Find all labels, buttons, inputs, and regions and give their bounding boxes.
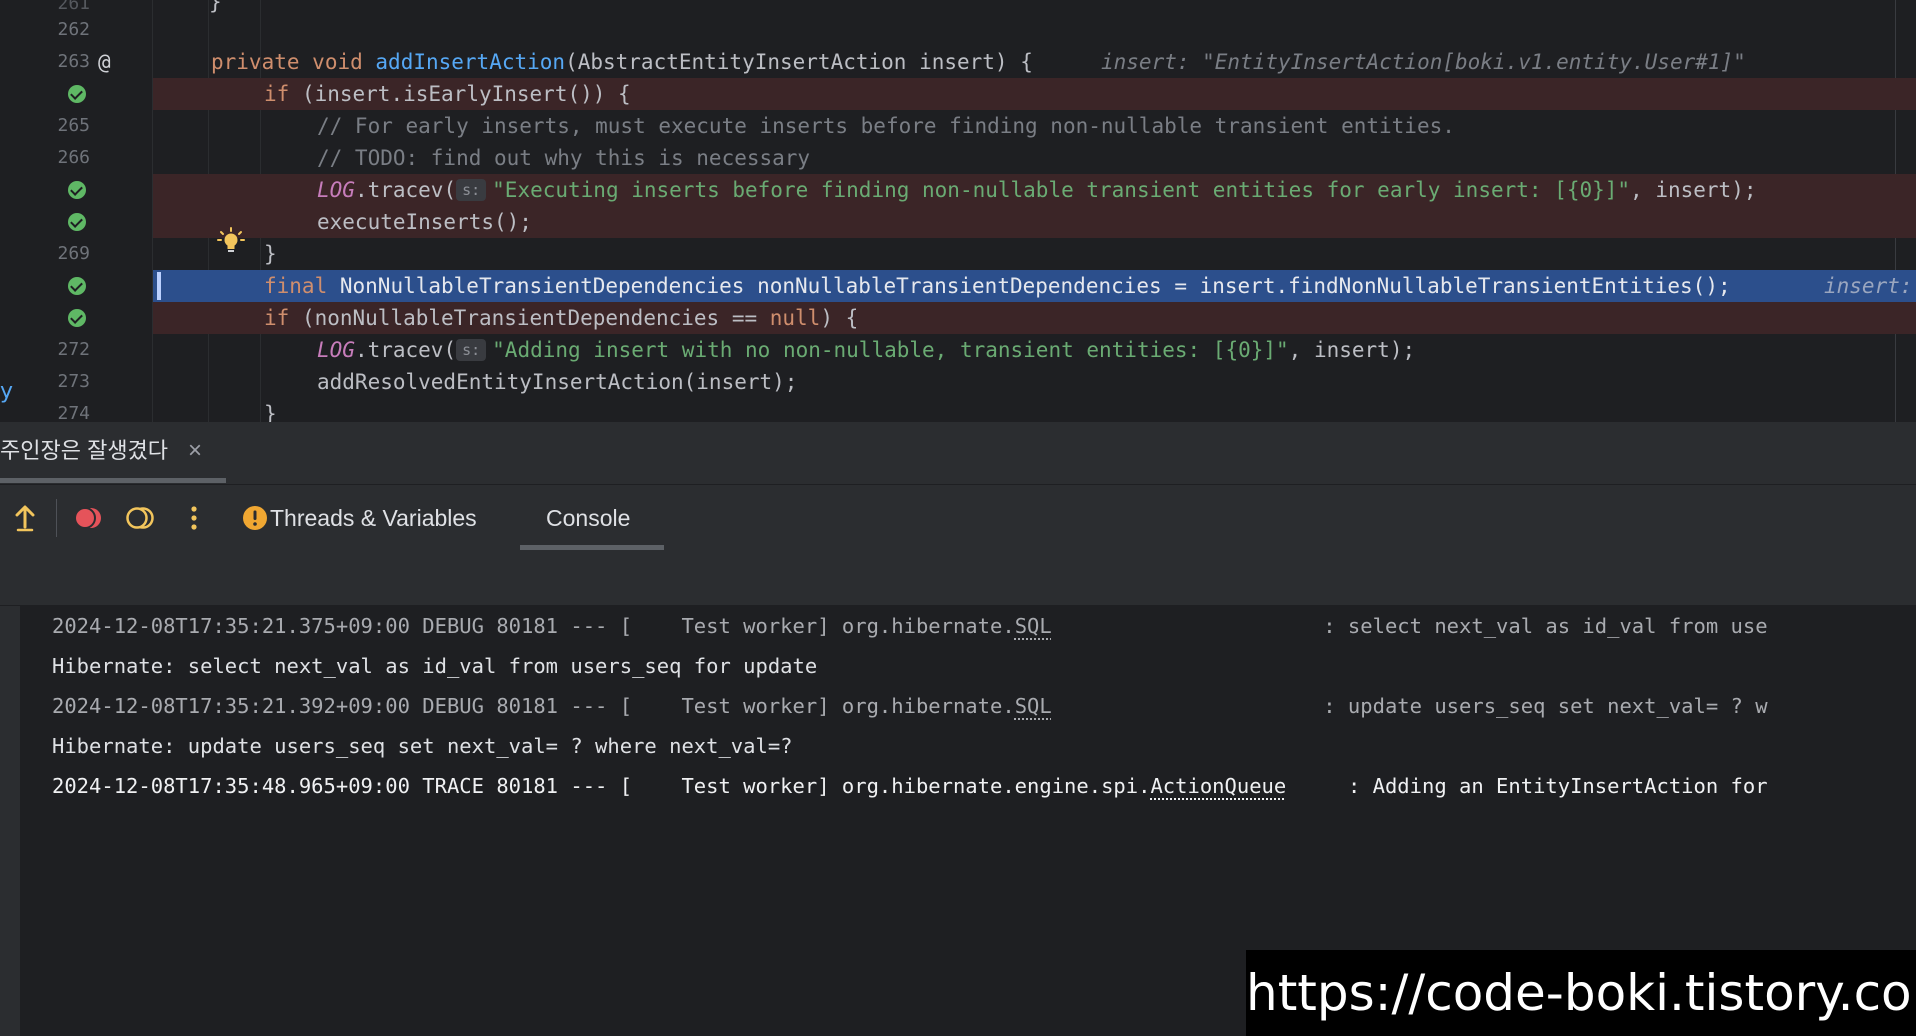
code-editor[interactable]: y 261 262 263 @ 265 266 269 272 273 274 … xyxy=(0,0,1916,422)
code-line-breakpoint[interactable]: executeInserts(); xyxy=(153,206,1916,238)
code-line[interactable]: private void addInsertAction(AbstractEnt… xyxy=(153,46,1916,78)
line-number: 262 xyxy=(57,19,90,40)
toolbar-separator xyxy=(56,499,57,537)
implements-annotation-icon[interactable]: @ xyxy=(98,46,111,78)
gutter-line[interactable] xyxy=(24,78,152,110)
debug-session-bar: 주인장은 잘생겼다 × xyxy=(0,422,1916,485)
warning-icon xyxy=(243,506,267,530)
code-line[interactable]: } xyxy=(153,0,1916,18)
close-icon[interactable]: × xyxy=(188,436,202,466)
line-number: 273 xyxy=(57,371,90,392)
code-line-breakpoint[interactable]: if (nonNullableTransientDependencies == … xyxy=(153,302,1916,334)
left-edge-glyph: y xyxy=(0,379,14,404)
console-line: Hibernate: select next_val as id_val fro… xyxy=(52,654,818,678)
console-line: 2024-12-08T17:35:21.392+09:00 DEBUG 8018… xyxy=(52,694,1768,718)
code-line[interactable]: LOG.tracev(s: "Adding insert with no non-… xyxy=(153,334,1916,366)
parameter-hint: s: xyxy=(456,339,487,361)
line-number: 274 xyxy=(57,403,90,422)
gutter-line[interactable]: 269 xyxy=(24,238,152,270)
line-number: 269 xyxy=(57,243,90,264)
editor-gutter[interactable]: 261 262 263 @ 265 266 269 272 273 274 xyxy=(24,0,153,422)
gutter-line[interactable] xyxy=(24,174,152,206)
breakpoint-verified-icon[interactable] xyxy=(68,181,86,199)
step-out-icon[interactable] xyxy=(8,501,42,535)
code-line-breakpoint[interactable]: LOG.tracev(s: "Executing inserts before f… xyxy=(153,174,1916,206)
console-line: 2024-12-08T17:35:48.965+09:00 TRACE 8018… xyxy=(52,774,1768,798)
mute-breakpoints-icon[interactable] xyxy=(124,501,158,535)
gutter-line[interactable]: 262 xyxy=(24,14,152,46)
project-panel-edge: y xyxy=(0,0,24,422)
breakpoint-verified-icon[interactable] xyxy=(68,213,86,231)
code-line[interactable]: // TODO: find out why this is necessary xyxy=(153,142,1916,174)
tab-label: Console xyxy=(546,505,631,531)
tab-console[interactable]: Console xyxy=(520,485,664,551)
inline-debug-value: insert: "EntityInsertAction[boki.v1.enti… xyxy=(1101,50,1746,74)
line-number: 272 xyxy=(57,339,90,360)
logger-link[interactable]: SQL xyxy=(1015,694,1052,718)
watermark-text: https://code-boki.tistory.com xyxy=(1246,964,1916,1022)
line-number: 263 xyxy=(57,51,90,72)
gutter-line[interactable] xyxy=(24,270,152,302)
breakpoint-verified-icon[interactable] xyxy=(68,85,86,103)
code-area[interactable]: } private void addInsertAction(AbstractE… xyxy=(153,0,1916,422)
logger-link[interactable]: ActionQueue xyxy=(1150,774,1286,798)
breakpoint-verified-icon[interactable] xyxy=(68,277,86,295)
logger-link[interactable]: SQL xyxy=(1015,614,1052,638)
console-toolbar-area xyxy=(0,551,1916,605)
code-line[interactable]: } xyxy=(153,238,1916,270)
breakpoint-verified-icon[interactable] xyxy=(68,309,86,327)
line-number: 266 xyxy=(57,147,90,168)
intention-bulb-icon[interactable] xyxy=(216,226,246,256)
parameter-hint: s: xyxy=(456,179,487,201)
console-line: 2024-12-08T17:35:21.375+09:00 DEBUG 8018… xyxy=(52,614,1768,638)
watermark: https://code-boki.tistory.com xyxy=(1246,950,1916,1036)
code-line[interactable]: // For early inserts, must execute inser… xyxy=(153,110,1916,142)
code-line-breakpoint[interactable]: if (insert.isEarlyInsert()) { xyxy=(153,78,1916,110)
gutter-line[interactable] xyxy=(24,302,152,334)
gutter-line[interactable]: 265 xyxy=(24,110,152,142)
gutter-line[interactable]: 273 xyxy=(24,366,152,398)
console-gutter xyxy=(0,606,20,1036)
console-tab-indicator xyxy=(520,545,664,550)
debug-toolbar: Threads & Variables Console xyxy=(0,485,1916,551)
tab-threads-variables[interactable]: Threads & Variables xyxy=(240,485,510,551)
session-name: 주인장은 잘생겼다 xyxy=(0,438,169,463)
gutter-line[interactable]: 263 @ xyxy=(24,46,152,78)
code-line[interactable]: } xyxy=(153,398,1916,422)
execution-point-marker xyxy=(157,272,161,300)
tab-label: Threads & Variables xyxy=(270,505,477,531)
gutter-line[interactable]: 266 xyxy=(24,142,152,174)
session-tab-indicator xyxy=(0,478,226,483)
line-number: 265 xyxy=(57,115,90,136)
gutter-line[interactable] xyxy=(24,206,152,238)
code-line-current-execution[interactable]: final NonNullableTransientDependencies n… xyxy=(153,270,1916,302)
console-line: Hibernate: update users_seq set next_val… xyxy=(52,734,793,758)
more-options-icon[interactable] xyxy=(177,501,211,535)
code-line[interactable]: addResolvedEntityInsertAction(insert); xyxy=(153,366,1916,398)
inline-debug-value: insert: xyxy=(1824,274,1913,298)
gutter-line[interactable]: 272 xyxy=(24,334,152,366)
gutter-line[interactable]: 274 xyxy=(24,398,152,422)
view-breakpoints-icon[interactable] xyxy=(72,501,106,535)
